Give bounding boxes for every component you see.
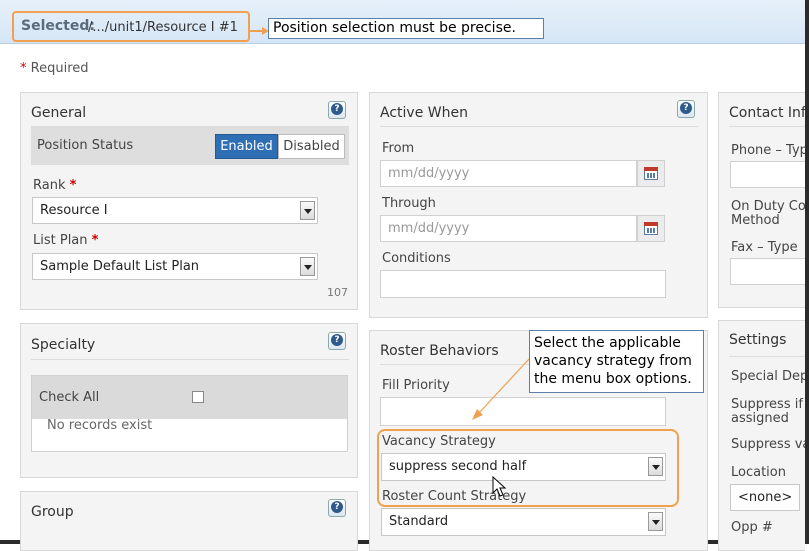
suppress-va-label: Suppress va bbox=[731, 437, 805, 452]
settings-title: Settings bbox=[729, 332, 787, 348]
vacancy-highlight bbox=[377, 429, 679, 507]
position-status-label: Position Status bbox=[37, 138, 134, 153]
position-callout: Position selection must be precise. bbox=[268, 18, 544, 39]
divider bbox=[380, 126, 698, 127]
roster-count-select[interactable]: Standard bbox=[381, 508, 666, 536]
through-calendar-button[interactable] bbox=[637, 215, 665, 242]
vacancy-callout-line: Select the applicable bbox=[534, 335, 681, 351]
check-all-checkbox[interactable] bbox=[192, 391, 204, 403]
vacancy-callout: Select the applicable vacancy strategy f… bbox=[529, 330, 704, 393]
group-title: Group bbox=[31, 504, 74, 520]
required-note: * Required bbox=[20, 61, 89, 76]
suppress-assigned-label: assigned bbox=[731, 411, 789, 426]
check-all-label: Check All bbox=[39, 390, 100, 405]
rank-label: Rank * bbox=[33, 178, 77, 193]
calendar-icon bbox=[644, 222, 658, 235]
fill-priority-input[interactable] bbox=[380, 397, 666, 426]
active-when-title: Active When bbox=[380, 105, 468, 121]
conditions-input[interactable] bbox=[380, 270, 666, 298]
contact-info-content: Contact Inf Phone – Typ On Duty Co Metho… bbox=[718, 92, 805, 308]
enabled-button[interactable]: Enabled bbox=[215, 134, 278, 159]
general-title: General bbox=[31, 105, 87, 121]
location-value: <none> bbox=[738, 490, 793, 505]
from-placeholder: mm/dd/yyyy bbox=[388, 166, 470, 181]
settings-content: Settings Special Dep Suppress if assigne… bbox=[718, 320, 805, 544]
opp-label: Opp # bbox=[731, 520, 773, 535]
through-label: Through bbox=[382, 196, 436, 211]
active-when-help-icon[interactable]: ? bbox=[677, 100, 695, 118]
callout-arrow-icon bbox=[250, 27, 269, 35]
on-duty-method-label: Method bbox=[731, 213, 780, 228]
fax-type-label: Fax – Type bbox=[731, 240, 798, 255]
list-plan-value: Sample Default List Plan bbox=[40, 259, 200, 274]
selected-path[interactable]: /.../unit1/Resource I #1 bbox=[88, 20, 238, 35]
specialty-title: Specialty bbox=[31, 337, 96, 353]
fill-priority-label: Fill Priority bbox=[382, 378, 450, 393]
through-date-input[interactable]: mm/dd/yyyy bbox=[380, 215, 637, 242]
specialty-table: Check All No records exist bbox=[31, 375, 348, 452]
divider bbox=[729, 126, 805, 127]
rank-select[interactable]: Resource I bbox=[32, 197, 318, 224]
contact-info-title: Contact Inf bbox=[729, 105, 805, 121]
suppress-if-label: Suppress if bbox=[731, 397, 803, 412]
group-panel bbox=[20, 491, 358, 551]
chevron-down-icon[interactable] bbox=[648, 512, 663, 531]
divider bbox=[31, 359, 349, 360]
vacancy-callout-line: vacancy strategy from bbox=[534, 353, 692, 369]
mouse-cursor-icon bbox=[492, 476, 507, 497]
special-dep-label: Special Dep bbox=[731, 369, 805, 384]
through-placeholder: mm/dd/yyyy bbox=[388, 221, 470, 236]
chevron-down-icon[interactable] bbox=[300, 201, 315, 220]
list-plan-label: List Plan * bbox=[33, 233, 99, 248]
calendar-icon bbox=[644, 167, 658, 180]
selected-label: Selected: bbox=[21, 18, 95, 34]
conditions-label: Conditions bbox=[382, 251, 451, 266]
group-help-icon[interactable]: ? bbox=[328, 499, 346, 517]
location-label: Location bbox=[731, 465, 786, 480]
rank-value: Resource I bbox=[40, 203, 108, 218]
chevron-down-icon[interactable] bbox=[300, 257, 315, 276]
list-plan-select[interactable]: Sample Default List Plan bbox=[32, 253, 318, 280]
general-help-icon[interactable]: ? bbox=[328, 101, 346, 119]
specialty-help-icon[interactable]: ? bbox=[328, 332, 346, 350]
phone-type-label: Phone – Typ bbox=[731, 143, 805, 158]
roster-behaviors-title: Roster Behaviors bbox=[380, 343, 499, 359]
divider bbox=[729, 356, 805, 357]
from-date-input[interactable]: mm/dd/yyyy bbox=[380, 160, 637, 187]
on-duty-label: On Duty Co bbox=[731, 199, 805, 214]
location-select[interactable]: <none> bbox=[730, 484, 800, 511]
from-calendar-button[interactable] bbox=[637, 160, 665, 187]
roster-count-value: Standard bbox=[389, 514, 449, 529]
from-label: From bbox=[382, 141, 415, 156]
phone-input[interactable] bbox=[730, 161, 805, 188]
fax-input[interactable] bbox=[730, 258, 805, 285]
disabled-button[interactable]: Disabled bbox=[278, 134, 345, 159]
record-count: 107 bbox=[327, 286, 348, 299]
no-records-text: No records exist bbox=[47, 418, 153, 433]
vacancy-callout-line: the menu box options. bbox=[534, 371, 692, 387]
